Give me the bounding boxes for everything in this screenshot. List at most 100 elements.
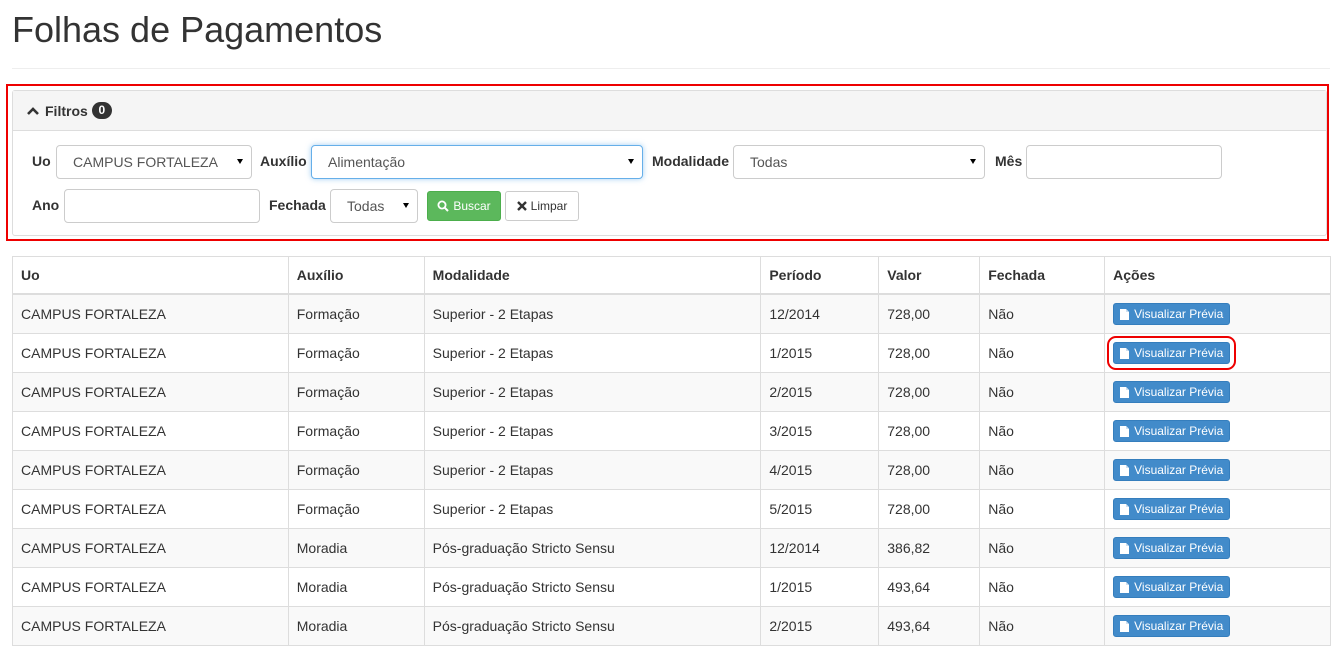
fechada-cell: Não xyxy=(979,528,1106,568)
table-header-row: Uo Auxílio Modalidade Período Valor Fechada Aç… xyxy=(12,256,1331,295)
visualizar-previa-button[interactable]: Visualizar Prévia xyxy=(1113,459,1231,481)
modalidade-cell: Pós-graduação Stricto Sensu xyxy=(423,528,762,568)
fechada-cell: Não xyxy=(979,606,1106,646)
caret-down-icon xyxy=(237,159,243,164)
fechada-cell: Não xyxy=(979,372,1106,412)
acoes-cell: Visualizar Prévia xyxy=(1104,411,1331,451)
caret-down-icon xyxy=(628,159,634,164)
uo-cell: CAMPUS FORTALEZA xyxy=(12,606,289,646)
modalidade-cell: Pós-graduação Stricto Sensu xyxy=(423,567,762,607)
column-header-auxilio: Auxílio xyxy=(287,256,425,295)
visualizar-previa-button[interactable]: Visualizar Prévia xyxy=(1113,576,1231,598)
visualizar-previa-label: Visualizar Prévia xyxy=(1134,463,1224,477)
auxilio-cell: Formação xyxy=(287,411,425,451)
uo-label: Uo xyxy=(32,153,51,169)
visualizar-previa-label: Visualizar Prévia xyxy=(1134,307,1224,321)
close-icon xyxy=(516,201,527,211)
uo-select[interactable]: CAMPUS FORTALEZA xyxy=(56,145,252,179)
search-icon xyxy=(437,200,450,212)
valor-cell: 728,00 xyxy=(878,489,981,529)
uo-cell: CAMPUS FORTALEZA xyxy=(12,489,289,529)
modalidade-select[interactable]: Todas xyxy=(733,145,985,179)
acoes-cell: Visualizar Prévia xyxy=(1104,489,1331,529)
periodo-cell: 3/2015 xyxy=(760,411,880,451)
table-row: CAMPUS FORTALEZA Formação Superior - 2 Eta… xyxy=(12,372,1331,412)
modalidade-cell: Pós-graduação Stricto Sensu xyxy=(423,606,762,646)
fechada-cell: Não xyxy=(979,333,1106,373)
buscar-button[interactable]: Buscar xyxy=(427,191,501,221)
chevron-up-icon xyxy=(27,106,39,115)
modalidade-cell: Superior - 2 Etapas xyxy=(423,450,762,490)
column-header-modalidade: Modalidade xyxy=(423,256,762,295)
visualizar-previa-label: Visualizar Prévia xyxy=(1134,619,1224,633)
fechada-cell: Não xyxy=(979,489,1106,529)
fechada-select[interactable]: Todas xyxy=(330,189,418,223)
file-icon xyxy=(1120,581,1130,593)
filter-panel: Filtros 0 Uo CAMPUS FORTALEZA Auxílio Al… xyxy=(12,90,1327,236)
ano-input[interactable] xyxy=(64,189,260,223)
table-body: CAMPUS FORTALEZA Formação Superior - 2 Eta… xyxy=(12,293,1331,646)
auxilio-cell: Formação xyxy=(287,372,425,412)
visualizar-previa-button[interactable]: Visualizar Prévia xyxy=(1113,381,1231,403)
column-header-fechada: Fechada xyxy=(979,256,1106,295)
modalidade-select-value: Todas xyxy=(750,154,788,170)
periodo-cell: 2/2015 xyxy=(760,606,880,646)
periodo-cell: 1/2015 xyxy=(760,567,880,607)
file-icon xyxy=(1120,542,1130,554)
table-row: CAMPUS FORTALEZA Moradia Pós-graduação Str… xyxy=(12,567,1331,607)
valor-cell: 386,82 xyxy=(878,528,981,568)
caret-down-icon xyxy=(970,159,976,164)
modalidade-label: Modalidade xyxy=(652,153,730,169)
valor-cell: 493,64 xyxy=(878,606,981,646)
limpar-button[interactable]: Limpar xyxy=(505,191,579,221)
auxilio-select[interactable]: Alimentação xyxy=(311,145,643,179)
auxilio-label: Auxílio xyxy=(260,153,307,169)
visualizar-previa-button[interactable]: Visualizar Prévia xyxy=(1113,537,1231,559)
modalidade-cell: Superior - 2 Etapas xyxy=(423,333,762,373)
visualizar-previa-label: Visualizar Prévia xyxy=(1134,502,1224,516)
fechada-select-value: Todas xyxy=(347,198,385,214)
uo-cell: CAMPUS FORTALEZA xyxy=(12,567,289,607)
uo-cell: CAMPUS FORTALEZA xyxy=(12,333,289,373)
filter-panel-toggle[interactable]: Filtros 0 xyxy=(13,91,1326,131)
buscar-label: Buscar xyxy=(453,199,491,213)
file-icon xyxy=(1120,503,1130,515)
fechada-cell: Não xyxy=(979,293,1106,334)
uo-cell: CAMPUS FORTALEZA xyxy=(12,528,289,568)
table-row: CAMPUS FORTALEZA Formação Superior - 2 Eta… xyxy=(12,293,1331,334)
valor-cell: 728,00 xyxy=(878,372,981,412)
auxilio-cell: Moradia xyxy=(287,606,425,646)
visualizar-previa-button[interactable]: Visualizar Prévia xyxy=(1113,498,1231,520)
file-icon xyxy=(1120,464,1130,476)
auxilio-cell: Moradia xyxy=(287,567,425,607)
table-row: CAMPUS FORTALEZA Moradia Pós-graduação Str… xyxy=(12,528,1331,568)
fechada-cell: Não xyxy=(979,450,1106,490)
caret-down-icon xyxy=(403,203,409,208)
auxilio-cell: Formação xyxy=(287,450,425,490)
visualizar-previa-button[interactable]: Visualizar Prévia xyxy=(1113,615,1231,637)
acoes-cell: Visualizar Prévia xyxy=(1104,450,1331,490)
periodo-cell: 12/2014 xyxy=(760,528,880,568)
acoes-cell: Visualizar Prévia xyxy=(1104,372,1331,412)
auxilio-cell: Formação xyxy=(287,293,425,334)
filter-count-badge: 0 xyxy=(91,102,112,119)
payroll-table: Uo Auxílio Modalidade Período Valor Fechada Aç… xyxy=(12,256,1331,646)
valor-cell: 728,00 xyxy=(878,450,981,490)
visualizar-previa-button[interactable]: Visualizar Prévia xyxy=(1113,303,1231,325)
visualizar-previa-button[interactable]: Visualizar Prévia xyxy=(1107,336,1237,370)
modalidade-cell: Superior - 2 Etapas xyxy=(423,411,762,451)
mes-input[interactable] xyxy=(1026,145,1222,179)
valor-cell: 728,00 xyxy=(878,411,981,451)
acoes-cell: Visualizar Prévia xyxy=(1104,333,1331,373)
visualizar-previa-label: Visualizar Prévia xyxy=(1134,580,1224,594)
visualizar-previa-button[interactable]: Visualizar Prévia xyxy=(1113,420,1231,442)
file-icon xyxy=(1120,308,1130,320)
acoes-cell: Visualizar Prévia xyxy=(1104,293,1331,334)
modalidade-cell: Superior - 2 Etapas xyxy=(423,489,762,529)
valor-cell: 728,00 xyxy=(878,333,981,373)
auxilio-cell: Formação xyxy=(287,333,425,373)
visualizar-previa-label: Visualizar Prévia xyxy=(1134,346,1224,360)
periodo-cell: 4/2015 xyxy=(760,450,880,490)
uo-cell: CAMPUS FORTALEZA xyxy=(12,450,289,490)
table-row: CAMPUS FORTALEZA Formação Superior - 2 Eta… xyxy=(12,489,1331,529)
